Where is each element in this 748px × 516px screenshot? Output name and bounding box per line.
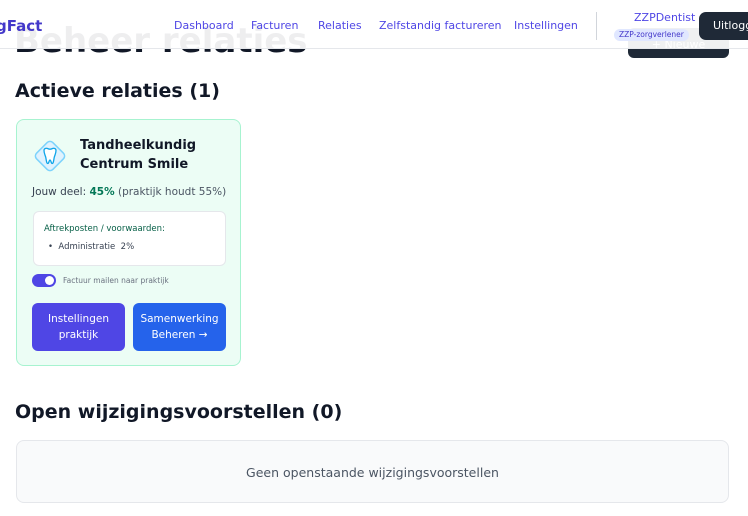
practice-share: (praktijk houdt 55%): [117, 186, 227, 198]
user-role-badge: ZZP-zorgverlener: [614, 29, 689, 41]
deductions-box: Aftrekposten / voorwaarden: • Administra…: [33, 211, 226, 266]
nav-facturen[interactable]: Facturen: [251, 19, 298, 33]
share-line: Jouw deel: 45% (praktijk houdt 55%): [32, 185, 226, 199]
proposals-empty-text: Geen openstaande wijzigingsvoorstellen: [246, 465, 499, 480]
manage-collaboration-button[interactable]: Samenwerking Beheren →: [133, 303, 226, 351]
share-percentage: 45%: [89, 186, 115, 198]
nav-zelfstandig-factureren[interactable]: Zelfstandig factureren: [379, 19, 502, 33]
nav-instellingen[interactable]: Instellingen: [514, 19, 578, 33]
active-relations-heading: Actieve relaties (1): [15, 80, 220, 102]
top-navbar: gFact Dashboard Facturen Relaties Zelfst…: [0, 0, 748, 49]
tooth-icon: [32, 138, 68, 174]
deduction-value: 2%: [120, 242, 135, 252]
deduction-name: Administratie: [58, 242, 116, 252]
mail-invoice-toggle-label: Factuur mailen naar praktijk: [63, 276, 169, 285]
app-logo[interactable]: gFact: [0, 16, 42, 36]
deductions-title: Aftrekposten / voorwaarden:: [44, 224, 165, 234]
share-label: Jouw deel:: [32, 186, 87, 198]
relation-card: Tandheelkundig Centrum Smile Jouw deel: …: [16, 119, 241, 366]
logout-button[interactable]: Uitloggen: [699, 12, 748, 40]
nav-divider: [596, 12, 597, 40]
user-name: ZZPDentist: [634, 11, 696, 24]
proposals-empty-card: Geen openstaande wijzigingsvoorstellen: [16, 440, 729, 503]
nav-relaties[interactable]: Relaties: [318, 19, 362, 33]
nav-dashboard[interactable]: Dashboard: [174, 19, 234, 33]
open-proposals-heading: Open wijzigingsvoorstellen (0): [15, 401, 343, 423]
practice-name: Tandheelkundig Centrum Smile: [80, 138, 197, 172]
deduction-bullet: •: [48, 242, 56, 252]
mail-invoice-toggle[interactable]: [32, 274, 56, 287]
deduction-item: • Administratie 2%: [48, 242, 134, 253]
practice-settings-button[interactable]: Instellingen praktijk: [32, 303, 125, 351]
